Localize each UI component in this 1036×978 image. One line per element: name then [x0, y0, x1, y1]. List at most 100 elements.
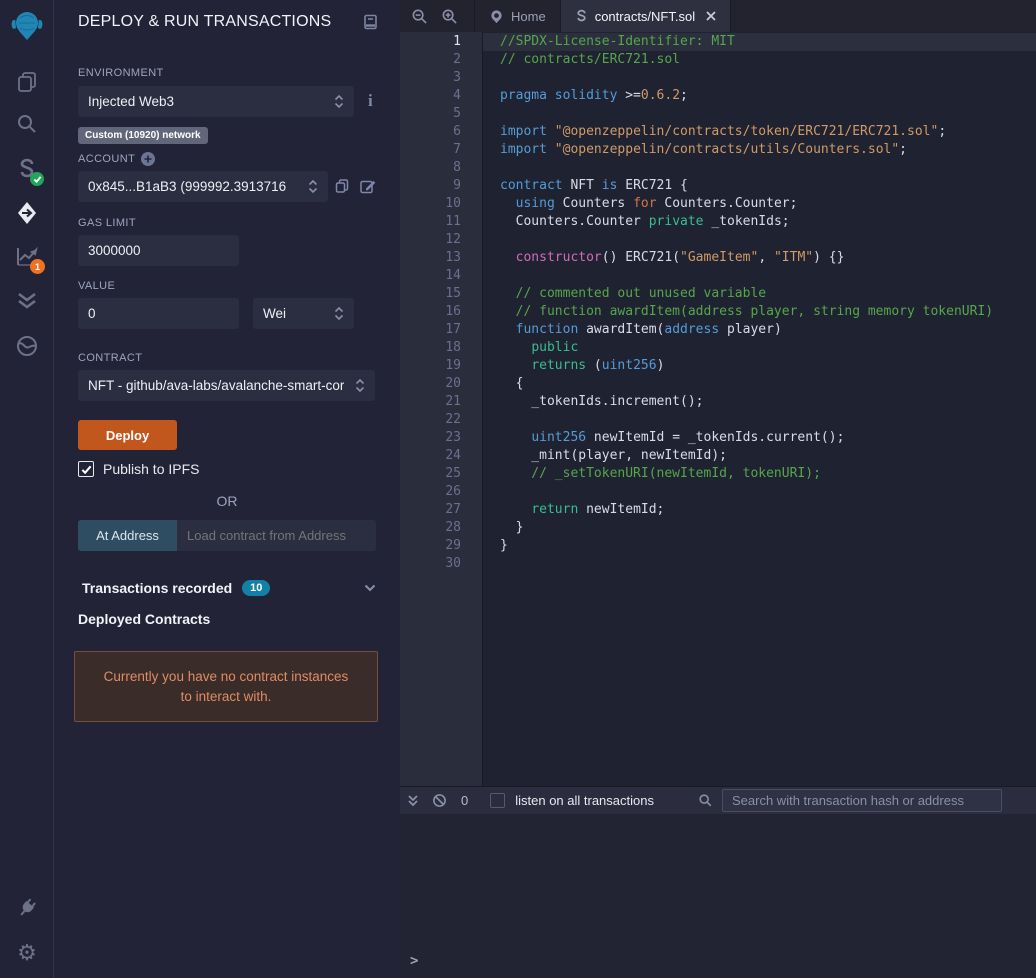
- code-line[interactable]: }: [483, 537, 1036, 555]
- code-line[interactable]: [483, 105, 1036, 123]
- line-number[interactable]: 7: [400, 141, 482, 159]
- code-line[interactable]: returns (uint256): [483, 357, 1036, 375]
- line-number[interactable]: 20: [400, 375, 482, 393]
- code-line[interactable]: [483, 69, 1036, 87]
- unit-testing-icon[interactable]: [0, 288, 54, 314]
- code-line[interactable]: // commented out unused variable: [483, 285, 1036, 303]
- code-line[interactable]: import "@openzeppelin/contracts/token/ER…: [483, 123, 1036, 141]
- value-input[interactable]: [78, 298, 239, 329]
- line-number[interactable]: 5: [400, 105, 482, 123]
- line-number[interactable]: 28: [400, 519, 482, 537]
- line-number[interactable]: 27: [400, 501, 482, 519]
- environment-select[interactable]: Injected Web3: [78, 86, 354, 117]
- line-number[interactable]: 16: [400, 303, 482, 321]
- copy-account-icon[interactable]: [334, 178, 350, 199]
- account-select[interactable]: 0x845...B1aB3 (999992.3913716: [78, 171, 328, 202]
- tab-contracts-nft-sol[interactable]: contracts/NFT.sol: [560, 0, 732, 32]
- code-line[interactable]: constructor() ERC721("GameItem", "ITM") …: [483, 249, 1036, 267]
- analytics-icon[interactable]: 1: [0, 243, 54, 274]
- code-line[interactable]: [483, 231, 1036, 249]
- solidity-compiler-icon[interactable]: [0, 158, 54, 186]
- line-number[interactable]: 11: [400, 213, 482, 231]
- close-tab-icon[interactable]: [706, 9, 716, 24]
- code-line[interactable]: // function awardItem(address player, st…: [483, 303, 1036, 321]
- code-line[interactable]: pragma solidity >=0.6.2;: [483, 87, 1036, 105]
- listen-transactions-checkbox[interactable]: [490, 793, 506, 808]
- line-number[interactable]: 21: [400, 393, 482, 411]
- zoom-out-icon[interactable]: [404, 0, 434, 32]
- sign-message-icon[interactable]: [359, 178, 376, 199]
- line-number[interactable]: 19: [400, 357, 482, 375]
- line-number[interactable]: 23: [400, 429, 482, 447]
- code-line[interactable]: // _setTokenURI(newItemId, tokenURI);: [483, 465, 1036, 483]
- environment-info-icon[interactable]: i: [368, 91, 373, 111]
- deploy-run-icon[interactable]: [0, 200, 54, 226]
- code-line[interactable]: [483, 555, 1036, 573]
- plugin-manager-icon[interactable]: [0, 896, 54, 920]
- at-address-button[interactable]: At Address: [78, 520, 177, 551]
- gas-limit-input[interactable]: [78, 235, 239, 266]
- code-line[interactable]: _tokenIds.increment();: [483, 393, 1036, 411]
- file-explorer-icon[interactable]: [0, 70, 54, 94]
- line-number[interactable]: 17: [400, 321, 482, 339]
- deploy-button[interactable]: Deploy: [78, 420, 177, 450]
- line-number[interactable]: 3: [400, 69, 482, 87]
- value-unit-select[interactable]: Wei: [253, 298, 354, 329]
- code-line[interactable]: public: [483, 339, 1036, 357]
- icon-rail: 1 ⚙: [0, 0, 54, 978]
- settings-icon[interactable]: ⚙: [0, 940, 54, 966]
- code-line[interactable]: [483, 483, 1036, 501]
- code-line[interactable]: return newItemId;: [483, 501, 1036, 519]
- code-line[interactable]: }: [483, 519, 1036, 537]
- terminal-search-input[interactable]: [722, 789, 1002, 812]
- line-number[interactable]: 15: [400, 285, 482, 303]
- line-number[interactable]: 24: [400, 447, 482, 465]
- line-number[interactable]: 2: [400, 51, 482, 69]
- line-number[interactable]: 8: [400, 159, 482, 177]
- line-number[interactable]: 9: [400, 177, 482, 195]
- code-line[interactable]: import "@openzeppelin/contracts/utils/Co…: [483, 141, 1036, 159]
- plugin-sphere-icon[interactable]: [0, 333, 54, 359]
- expand-terminal-icon[interactable]: [407, 794, 419, 808]
- add-account-icon[interactable]: [141, 152, 156, 166]
- line-number[interactable]: 12: [400, 231, 482, 249]
- line-number[interactable]: 6: [400, 123, 482, 141]
- code-line[interactable]: _mint(player, newItemId);: [483, 447, 1036, 465]
- line-number[interactable]: 10: [400, 195, 482, 213]
- line-number[interactable]: 1: [400, 33, 482, 51]
- code-line[interactable]: {: [483, 375, 1036, 393]
- code-line[interactable]: //SPDX-License-Identifier: MIT: [483, 33, 1036, 51]
- code-line[interactable]: [483, 267, 1036, 285]
- remix-logo-icon[interactable]: [4, 3, 50, 49]
- line-number[interactable]: 13: [400, 249, 482, 267]
- line-number[interactable]: 4: [400, 87, 482, 105]
- line-number[interactable]: 30: [400, 555, 482, 573]
- code-line[interactable]: contract NFT is ERC721 {: [483, 177, 1036, 195]
- at-address-input[interactable]: [177, 520, 376, 551]
- documentation-icon[interactable]: [363, 14, 378, 35]
- line-number[interactable]: 18: [400, 339, 482, 357]
- code-editor[interactable]: 1 2 3 4 5 6 7 8 9 10 11 12 13 14 15 16 17 18 19 20 21 22 23 24 2…: [400, 32, 1036, 786]
- terminal-output[interactable]: >: [400, 814, 1036, 978]
- code-line[interactable]: uint256 newItemId = _tokenIds.current();: [483, 429, 1036, 447]
- environment-value: Injected Web3: [88, 94, 175, 109]
- publish-ipfs-checkbox[interactable]: [78, 461, 94, 477]
- contract-select[interactable]: NFT - github/ava-labs/avalanche-smart-co…: [78, 370, 375, 401]
- code-line[interactable]: [483, 159, 1036, 177]
- clear-console-icon[interactable]: [432, 793, 447, 808]
- line-number[interactable]: 26: [400, 483, 482, 501]
- code-line[interactable]: [483, 411, 1036, 429]
- tab-home[interactable]: Home: [474, 0, 561, 32]
- line-number[interactable]: 25: [400, 465, 482, 483]
- transactions-recorded-row[interactable]: Transactions recorded 10: [82, 579, 376, 597]
- line-number[interactable]: 29: [400, 537, 482, 555]
- code-line[interactable]: function awardItem(address player): [483, 321, 1036, 339]
- zoom-in-icon[interactable]: [434, 0, 464, 32]
- chevron-down-icon[interactable]: [364, 579, 376, 597]
- code-line[interactable]: // contracts/ERC721.sol: [483, 51, 1036, 69]
- search-icon[interactable]: [0, 112, 54, 136]
- code-line[interactable]: using Counters for Counters.Counter;: [483, 195, 1036, 213]
- code-line[interactable]: Counters.Counter private _tokenIds;: [483, 213, 1036, 231]
- line-number[interactable]: 14: [400, 267, 482, 285]
- line-number[interactable]: 22: [400, 411, 482, 429]
